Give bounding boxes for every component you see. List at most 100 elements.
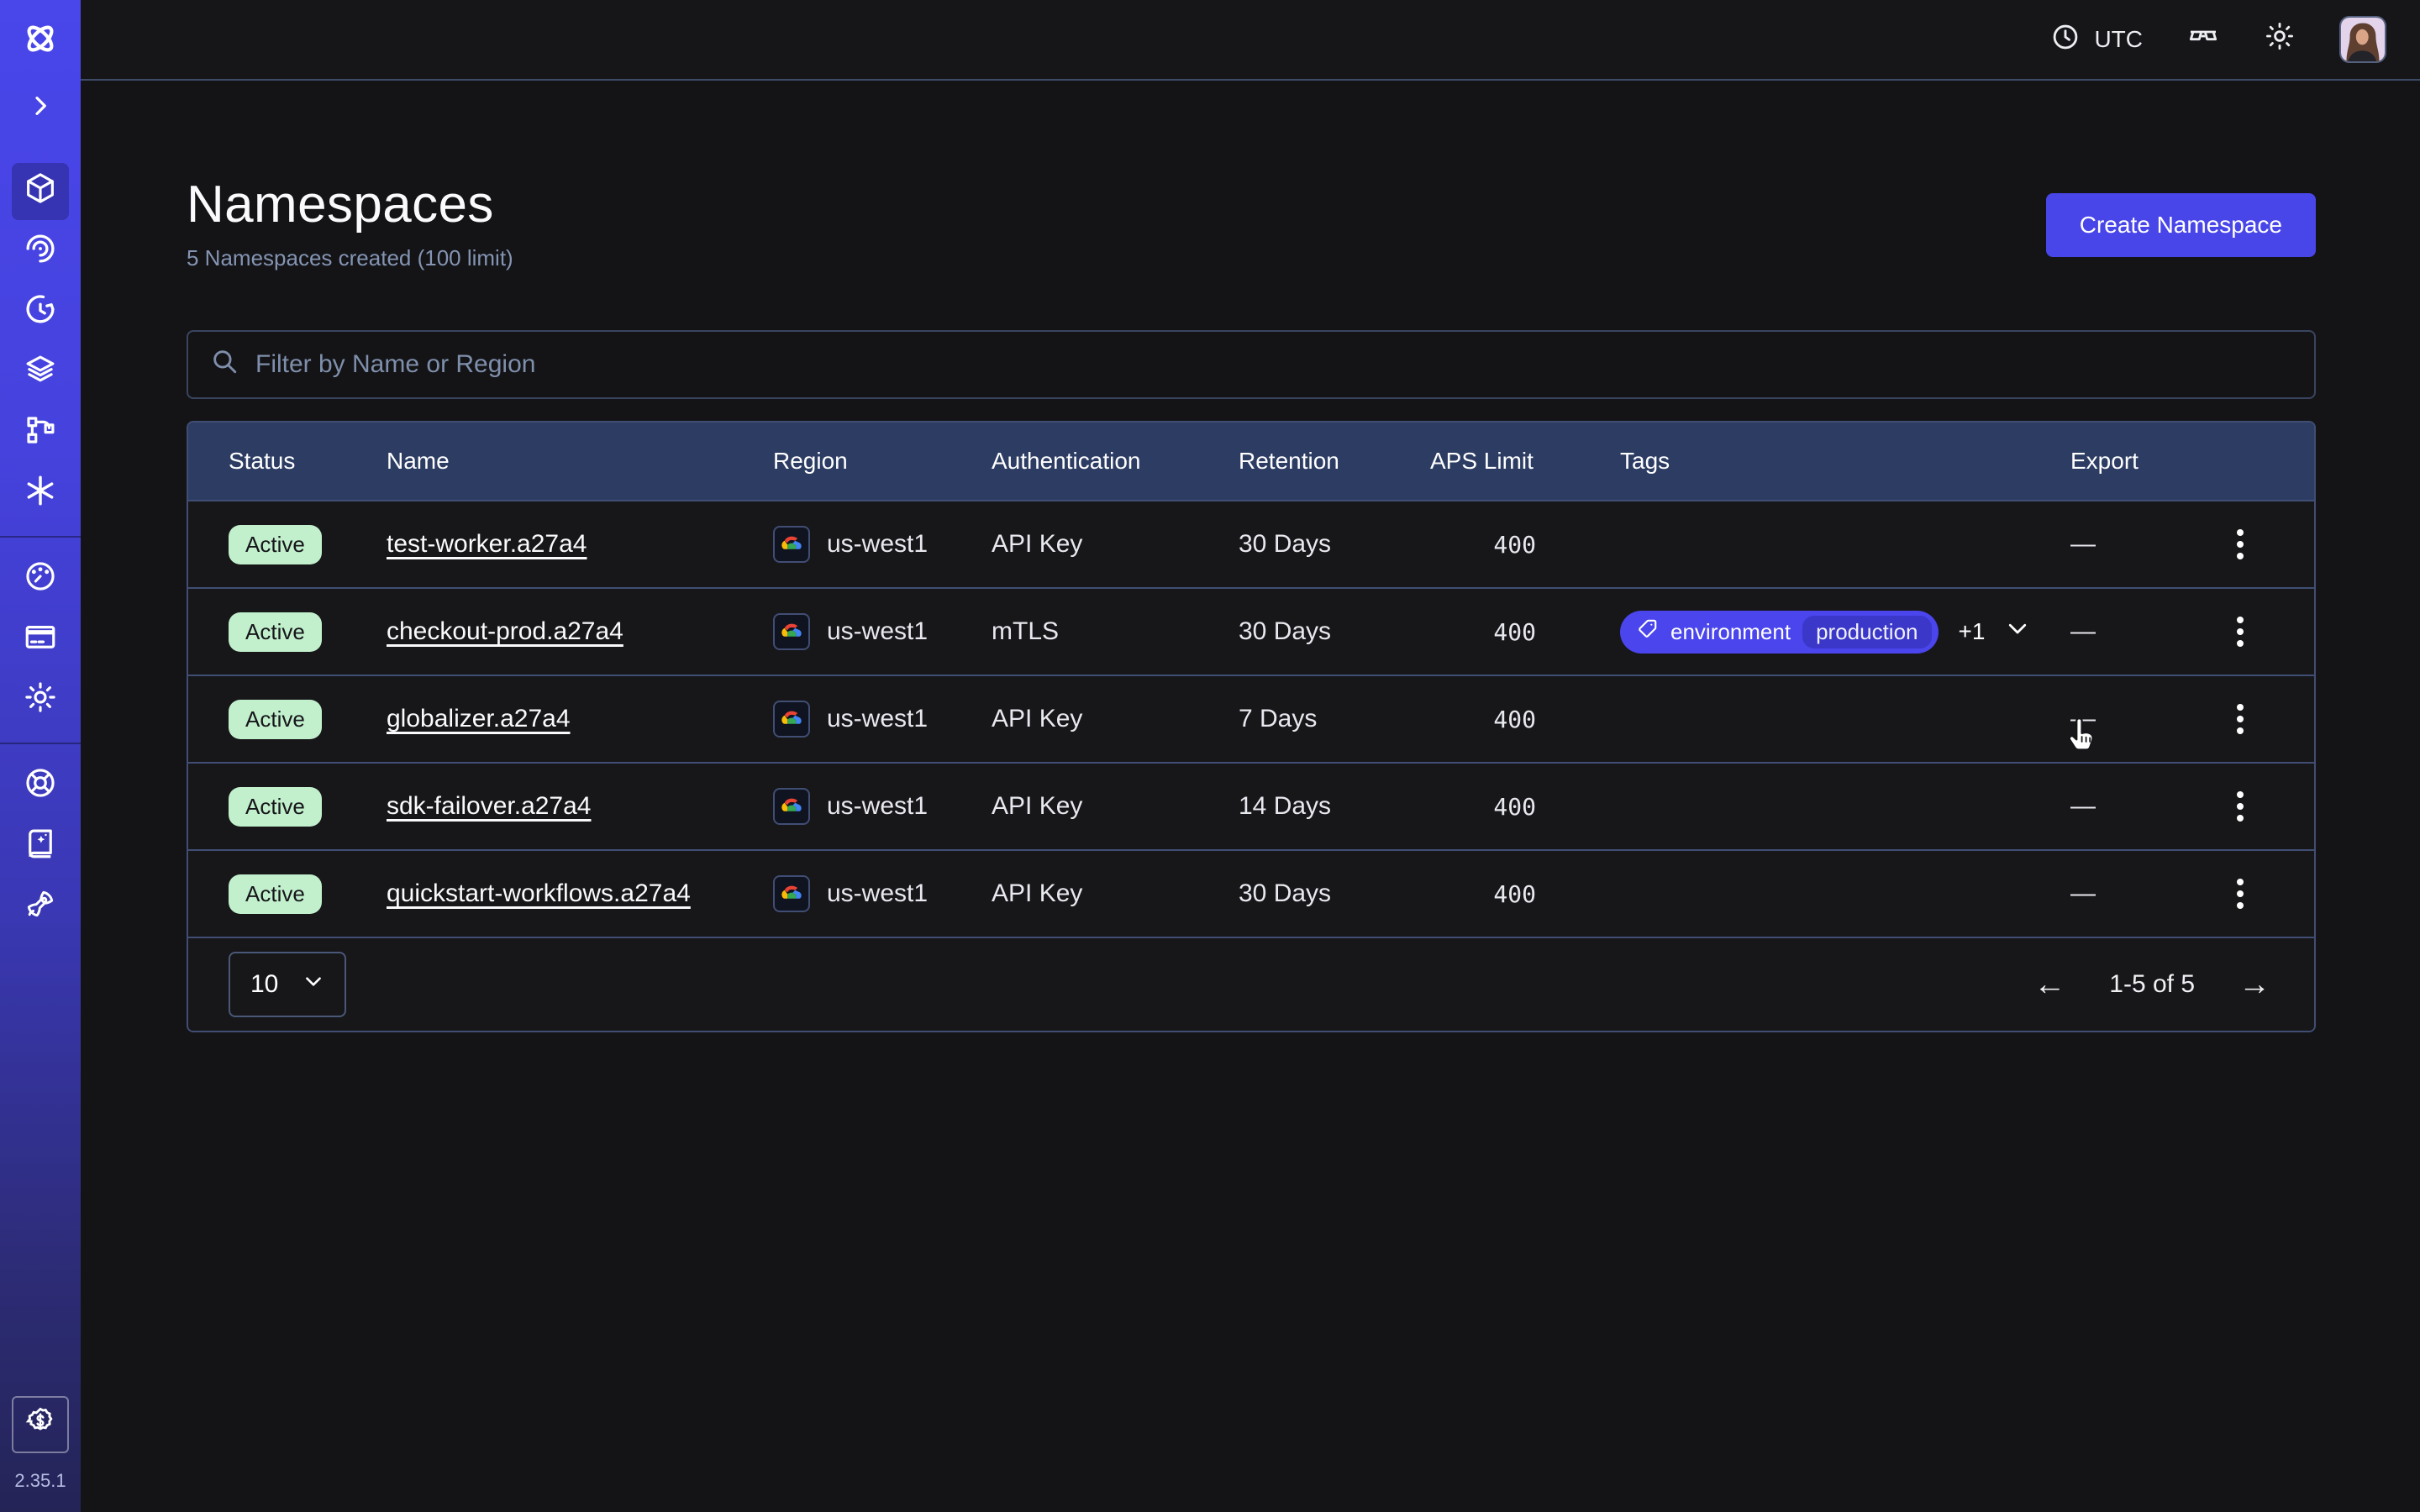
namespace-link[interactable]: sdk-failover.a27a4 [387, 792, 592, 820]
sidebar-item-nexus[interactable] [0, 403, 81, 464]
google-cloud-icon [773, 875, 810, 912]
namespace-link[interactable]: quickstart-workflows.a27a4 [387, 879, 691, 907]
retention-cell: 30 Days [1239, 530, 1430, 559]
status-badge: Active [229, 700, 322, 739]
sidebar-item-namespaces[interactable] [0, 161, 81, 222]
sidebar-item-home[interactable] [0, 13, 81, 71]
chevron-down-icon [302, 970, 324, 999]
auth-cell: API Key [992, 792, 1239, 821]
retention-cell: 30 Days [1239, 879, 1430, 908]
filter-bar [187, 330, 2316, 399]
temporal-logo-icon [20, 18, 60, 66]
labs-toggle[interactable] [2186, 19, 2220, 60]
credit-card-icon [23, 619, 58, 661]
row-menu-button[interactable] [2213, 791, 2281, 822]
column-header-region: Region [773, 448, 992, 475]
region-label: us-west1 [827, 879, 928, 908]
asterisk-icon [23, 473, 58, 515]
table-row: Active checkout-prod.a27a4 us-west1 [188, 587, 2314, 675]
chevron-down-icon [2005, 616, 2030, 648]
namespaces-table: Status Name Region Authentication Retent… [187, 421, 2316, 1032]
tags-expand-button[interactable] [2005, 616, 2030, 648]
pagination: ← 1-5 of 5 → [2033, 969, 2270, 1000]
cube-icon [23, 171, 58, 213]
book-sparkle-icon [23, 826, 58, 868]
column-header-aps-limit: APS Limit [1430, 448, 1620, 475]
table-row: Active test-worker.a27a4 us-west1 [188, 500, 2314, 587]
namespace-link[interactable]: test-worker.a27a4 [387, 530, 587, 558]
namespace-link[interactable]: checkout-prod.a27a4 [387, 617, 623, 645]
sidebar-item-support[interactable] [0, 756, 81, 816]
tag-icon [1637, 617, 1659, 646]
aps-cell: 400 [1430, 531, 1620, 559]
lifebuoy-icon [23, 765, 58, 807]
aps-cell: 400 [1430, 618, 1620, 646]
status-badge: Active [229, 874, 322, 914]
main-area: UTC [81, 0, 2420, 1512]
pricing-button[interactable] [12, 1396, 69, 1453]
sidebar-item-docs[interactable] [0, 816, 81, 877]
row-menu-button[interactable] [2213, 529, 2281, 559]
timer-icon [23, 291, 58, 333]
retention-cell: 30 Days [1239, 617, 1430, 646]
app-root: 2.35.1 UTC [0, 0, 2420, 1512]
sidebar-item-workflows[interactable] [0, 222, 81, 282]
google-cloud-icon [773, 613, 810, 650]
filter-input[interactable] [255, 350, 2292, 379]
status-badge: Active [229, 525, 322, 564]
auth-cell: API Key [992, 879, 1239, 908]
gauge-icon [23, 559, 58, 601]
create-namespace-button[interactable]: Create Namespace [2046, 193, 2316, 257]
layers-icon [23, 352, 58, 394]
page-subtitle: 5 Namespaces created (100 limit) [187, 245, 513, 271]
timezone-selector[interactable]: UTC [2050, 22, 2143, 58]
sidebar-item-getting-started[interactable] [0, 877, 81, 937]
export-cell: — [2070, 879, 2213, 908]
tag-pill[interactable]: environment production [1620, 611, 1939, 654]
google-cloud-icon [773, 526, 810, 563]
column-header-authentication: Authentication [992, 448, 1239, 475]
region-label: us-west1 [827, 705, 928, 733]
row-menu-button[interactable] [2213, 879, 2281, 909]
google-cloud-icon [773, 701, 810, 738]
page-size-select[interactable]: 10 [229, 952, 346, 1017]
retention-cell: 14 Days [1239, 792, 1430, 821]
sidebar-item-schedules[interactable] [0, 282, 81, 343]
aps-cell: 400 [1430, 706, 1620, 733]
row-menu-button[interactable] [2213, 617, 2281, 647]
status-badge: Active [229, 787, 322, 827]
gear-icon [23, 680, 58, 722]
aps-cell: 400 [1430, 880, 1620, 908]
sidebar-item-deployments[interactable] [0, 343, 81, 403]
export-cell: — [2070, 617, 2213, 646]
table-row: Active quickstart-workflows.a27a4 us-wes… [188, 849, 2314, 937]
previous-page-button[interactable]: ← [2033, 969, 2065, 1000]
chevron-right-icon [27, 92, 54, 126]
export-cell: — [2070, 705, 2213, 733]
dollar-badge-icon [24, 1404, 57, 1445]
sidebar-expand-toggle[interactable] [0, 81, 81, 138]
page-size-value: 10 [250, 970, 278, 999]
table-header-row: Status Name Region Authentication Retent… [188, 423, 2314, 500]
next-page-button[interactable]: → [2238, 969, 2270, 1000]
user-avatar[interactable] [2339, 16, 2386, 63]
auth-cell: API Key [992, 705, 1239, 733]
theme-toggle[interactable] [2264, 20, 2296, 59]
sidebar-item-billing[interactable] [0, 610, 81, 670]
sidebar-item-settings[interactable] [0, 670, 81, 731]
tag-value: production [1802, 616, 1931, 648]
row-menu-button[interactable] [2213, 704, 2281, 734]
sidebar-divider [0, 536, 81, 538]
sidebar-item-connectivity[interactable] [0, 464, 81, 524]
table-row: Active globalizer.a27a4 us-west1 [188, 675, 2314, 762]
clock-icon [2050, 22, 2081, 58]
region-label: us-west1 [827, 530, 928, 559]
status-badge: Active [229, 612, 322, 652]
timezone-label: UTC [2094, 26, 2143, 53]
region-label: us-west1 [827, 792, 928, 821]
sidebar: 2.35.1 [0, 0, 81, 1512]
tags-more-count: +1 [1959, 618, 1986, 645]
namespace-link[interactable]: globalizer.a27a4 [387, 705, 571, 732]
sidebar-item-usage[interactable] [0, 549, 81, 610]
google-cloud-icon [773, 788, 810, 825]
